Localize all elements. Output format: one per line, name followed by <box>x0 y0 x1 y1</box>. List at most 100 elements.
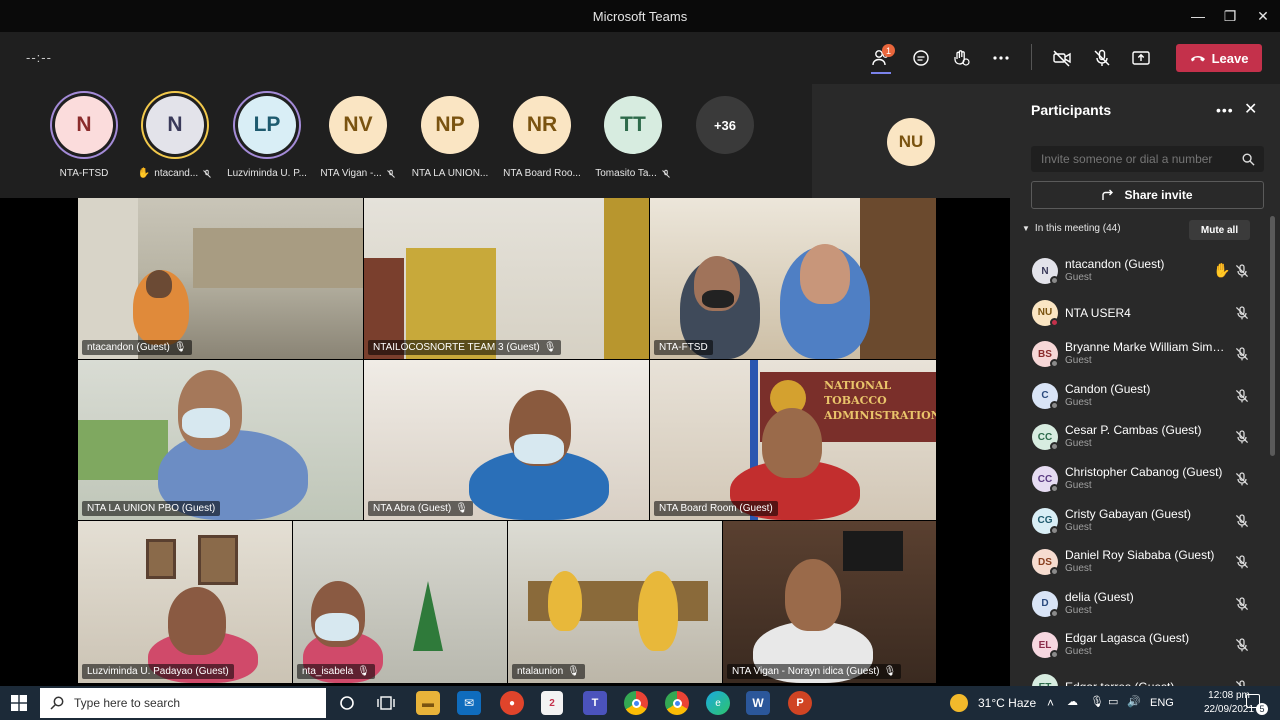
tile-label-text: ntalaunion <box>517 666 564 677</box>
powerpoint-app[interactable]: P <box>788 691 812 715</box>
participant-row[interactable]: Ddelia (Guest) Guest <box>1010 583 1266 625</box>
chrome-app[interactable] <box>624 691 648 715</box>
participant-row[interactable]: Nntacandon (Guest) Guest ✋ <box>1010 250 1266 292</box>
tray-mic-icon[interactable]: 🎙 <box>1090 695 1104 708</box>
avatar-initials: NU <box>898 132 924 151</box>
tile-label-text: NTA Board Room (Guest) <box>659 503 773 514</box>
mic-off-icon[interactable] <box>1234 305 1250 321</box>
tile-label-text: NTA LA UNION PBO (Guest) <box>87 503 216 514</box>
panel-more-button[interactable]: ••• <box>1216 102 1234 118</box>
avatar: N <box>55 96 113 154</box>
more-participants-button[interactable]: +36 <box>680 96 770 154</box>
panel-close-button[interactable]: ✕ <box>1244 99 1257 119</box>
teams-app[interactable]: T <box>583 691 607 715</box>
toolbar-divider <box>1031 44 1032 70</box>
participant-row[interactable]: BS Bryanne Marke William Simeo... Guest <box>1010 333 1266 375</box>
participant-name: Cristy Gabayan (Guest) <box>1065 506 1192 521</box>
chrome-profile-app[interactable] <box>665 691 689 715</box>
video-tile[interactable]: NTA LA UNION PBO (Guest) <box>78 360 363 520</box>
weather-icon[interactable] <box>950 694 968 712</box>
mic-off-icon[interactable] <box>1234 388 1250 404</box>
mute-all-button[interactable]: Mute all <box>1189 220 1250 240</box>
mic-toggle-button[interactable] <box>1085 42 1119 74</box>
share-screen-button[interactable] <box>1124 42 1158 74</box>
video-tile[interactable]: nta_isabela 🎙 <box>293 521 507 683</box>
close-window-button[interactable]: ✕ <box>1246 0 1280 32</box>
participant-name: NTA-FTSD <box>39 168 129 179</box>
chat-button[interactable] <box>904 42 938 74</box>
minimize-button[interactable]: — <box>1181 0 1215 32</box>
recorder-app[interactable]: ● <box>500 691 524 715</box>
maximize-button[interactable]: ❐ <box>1213 0 1247 32</box>
mic-off-icon[interactable] <box>1234 429 1250 445</box>
mic-off-icon[interactable] <box>1234 471 1250 487</box>
strip-participant[interactable]: NV NTA Vigan -... <box>313 96 403 179</box>
tile-label: Luzviminda U. Padayao (Guest) <box>82 664 234 679</box>
participant-row[interactable]: C Candon (Guest) Guest <box>1010 375 1266 417</box>
video-tile[interactable]: NTAILOCOSNORTE TEAM 3 (Guest) 🎙 <box>364 198 649 359</box>
video-tile[interactable]: ntalaunion 🎙 <box>508 521 722 683</box>
participant-row[interactable]: EL Edgar Lagasca (Guest) Guest <box>1010 624 1266 666</box>
participant-name: Bryanne Marke William Simeo... <box>1065 340 1230 355</box>
more-actions-button[interactable] <box>984 42 1018 74</box>
cloud-icon[interactable]: ☁ <box>1067 695 1078 708</box>
acrobat-app[interactable]: 2 <box>541 691 563 715</box>
spotlight-tile[interactable]: NU <box>812 84 1010 198</box>
reactions-button[interactable] <box>944 42 978 74</box>
battery-icon[interactable]: ▭ <box>1108 695 1118 708</box>
participant-row[interactable]: NU NTA USER4 <box>1010 292 1266 334</box>
in-meeting-section-toggle[interactable]: ▼ In this meeting (44) <box>1022 223 1121 234</box>
panel-scrollbar[interactable] <box>1270 216 1275 456</box>
strip-participant[interactable]: NP NTA LA UNION... <box>405 96 495 179</box>
video-tile[interactable]: ntacandon (Guest) 🎙 <box>78 198 363 359</box>
name-text: Luzviminda U. P... <box>227 168 307 179</box>
strip-participant[interactable]: LP Luzviminda U. P... <box>222 96 312 179</box>
mic-off-icon[interactable] <box>1234 637 1250 653</box>
chat-icon <box>913 50 929 66</box>
mail-app[interactable]: ✉ <box>457 691 481 715</box>
task-view-button[interactable] <box>374 691 398 715</box>
word-app[interactable]: W <box>746 691 770 715</box>
video-tile[interactable]: NTA Vigan - Norayn idica (Guest) 🎙 <box>723 521 936 683</box>
participant-row[interactable]: CC Christopher Cabanog (Guest) Guest <box>1010 458 1266 500</box>
tray-chevron-icon[interactable]: ˄ <box>1047 696 1054 710</box>
presence-status-icon <box>1050 442 1059 452</box>
mic-off-icon[interactable] <box>1234 513 1250 529</box>
strip-participant[interactable]: N ✋ ntacand... <box>130 96 220 179</box>
language-indicator[interactable]: ENG <box>1150 697 1174 709</box>
video-tile[interactable]: NTA Abra (Guest) 🎙 <box>364 360 649 520</box>
participant-row[interactable]: CG Cristy Gabayan (Guest) Guest <box>1010 500 1266 542</box>
mic-off-icon[interactable] <box>1234 263 1250 279</box>
mic-off-icon[interactable] <box>1234 554 1250 570</box>
participant-row[interactable]: DS Daniel Roy Siababa (Guest) Guest <box>1010 541 1266 583</box>
mic-off-icon[interactable] <box>1234 596 1250 612</box>
mic-off-icon[interactable] <box>1234 346 1250 362</box>
face-mask <box>702 290 734 308</box>
participant-row[interactable]: CC Cesar P. Cambas (Guest) Guest <box>1010 416 1266 458</box>
participants-panel: Participants ••• ✕ Share invite ▼ In thi… <box>1010 84 1280 701</box>
leave-button[interactable]: Leave <box>1176 44 1262 72</box>
search-icon <box>1242 153 1255 166</box>
volume-icon[interactable]: 🔊 <box>1127 695 1141 708</box>
strip-participant[interactable]: NR NTA Board Roo... <box>497 96 587 179</box>
participant-name: Luzviminda U. P... <box>222 168 312 179</box>
participant-name: NTA LA UNION... <box>405 168 495 179</box>
strip-participant[interactable]: TT Tomasito Ta... <box>588 96 678 179</box>
video-tile[interactable]: Luzviminda U. Padayao (Guest) <box>78 521 292 683</box>
tile-label-text: ntacandon (Guest) <box>87 342 170 353</box>
strip-participant[interactable]: N NTA-FTSD <box>39 96 129 179</box>
file-explorer-app[interactable]: ▬ <box>416 691 440 715</box>
video-tile[interactable]: NTA-FTSD <box>650 198 936 359</box>
video-tile[interactable]: NATIONAL TOBACCO ADMINISTRATION NTA Board … <box>650 360 936 520</box>
cortana-button[interactable] <box>335 691 359 715</box>
edge-app[interactable]: e <box>706 691 730 715</box>
start-button[interactable] <box>11 695 27 716</box>
avatar-initials: LP <box>253 113 281 136</box>
taskbar-search-box[interactable]: Type here to search <box>40 688 326 718</box>
camera-toggle-button[interactable] <box>1045 42 1079 74</box>
participants-button[interactable]: 1 <box>864 42 898 74</box>
share-invite-button[interactable]: Share invite <box>1031 181 1264 209</box>
person-head <box>168 587 226 655</box>
invite-search-input[interactable] <box>1031 146 1264 172</box>
participant-name: delia (Guest) <box>1065 589 1134 604</box>
